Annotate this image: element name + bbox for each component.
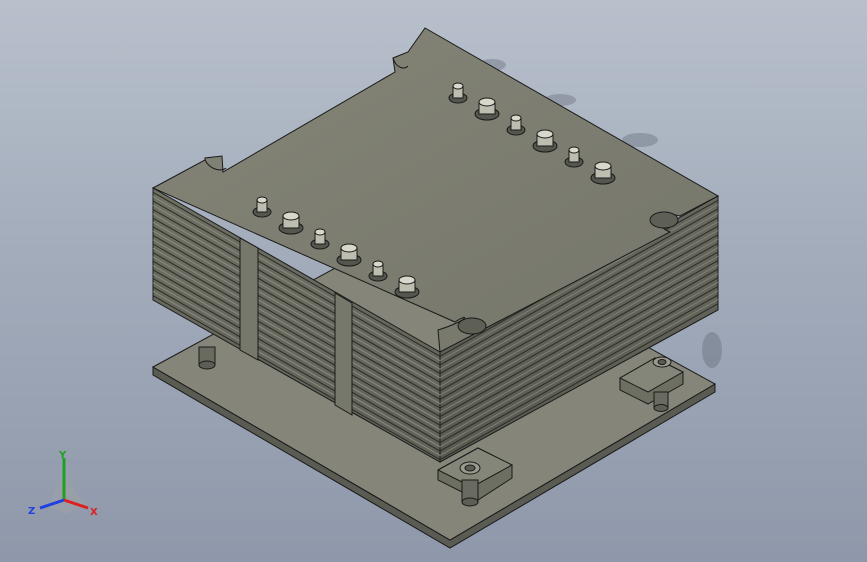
screw xyxy=(532,129,558,153)
screw xyxy=(336,243,362,267)
graphics-viewport[interactable]: Y X Z xyxy=(0,0,867,562)
z-axis-label: Z xyxy=(28,506,35,517)
screw xyxy=(394,275,420,299)
screw xyxy=(474,97,500,121)
y-axis-label: Y xyxy=(58,450,67,461)
standoff-front-left xyxy=(198,346,216,370)
triad-cone xyxy=(48,474,84,514)
screw xyxy=(278,211,304,235)
x-axis-label: X xyxy=(90,507,98,518)
heatsink-3d-model[interactable] xyxy=(0,0,867,562)
axis-triad[interactable]: Y X Z xyxy=(26,448,106,524)
screw xyxy=(590,161,616,185)
